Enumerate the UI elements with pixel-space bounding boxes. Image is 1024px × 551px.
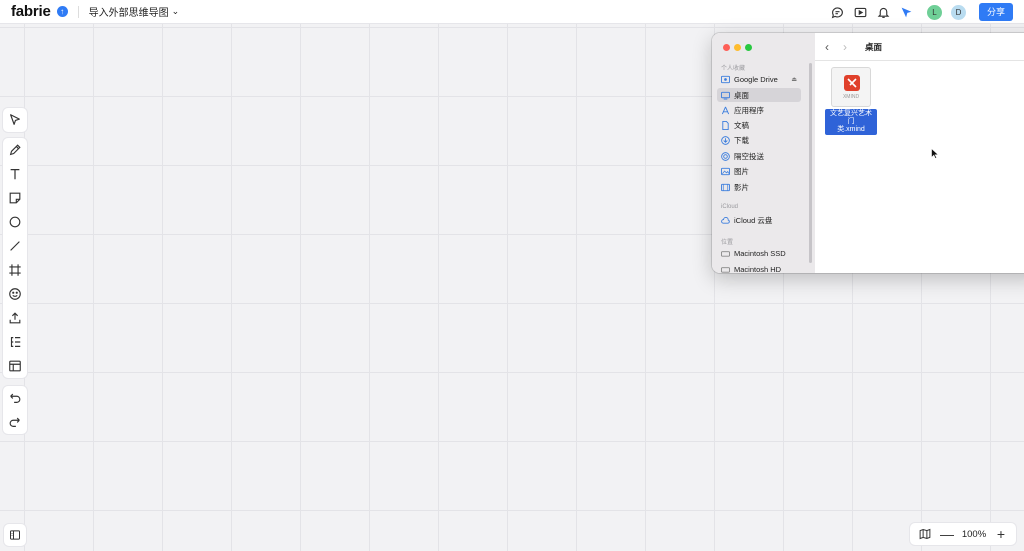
pictures-icon bbox=[721, 167, 730, 176]
sticky-note-icon[interactable] bbox=[3, 186, 27, 210]
upload-icon[interactable] bbox=[3, 306, 27, 330]
sidebar-item-label: iCloud 云盘 bbox=[734, 215, 773, 225]
zoom-out-button[interactable]: — bbox=[936, 523, 958, 545]
sidebar-item-label: 影片 bbox=[734, 182, 749, 192]
applications-icon bbox=[721, 106, 730, 115]
redo-icon[interactable] bbox=[3, 410, 27, 434]
file-xmind[interactable]: XMIND 文艺复兴艺术门 类.xmind bbox=[825, 67, 877, 136]
bell-icon[interactable] bbox=[873, 3, 895, 21]
file-name-line-1: 文艺复兴艺术门 bbox=[830, 110, 872, 125]
disk-icon bbox=[721, 265, 730, 274]
folder-title: 桌面 bbox=[865, 41, 883, 52]
frame-tool-icon[interactable] bbox=[3, 258, 27, 282]
minimap-icon[interactable] bbox=[914, 523, 936, 545]
sidebar-item-applications[interactable]: 应用程序 bbox=[717, 103, 801, 117]
sidebar-item-documents[interactable]: 文稿 bbox=[717, 118, 801, 132]
sidebar-item-label: Macintosh HD bbox=[734, 264, 782, 274]
sidebar-item-label: 下载 bbox=[734, 135, 749, 145]
xmind-logo-text: XMIND bbox=[842, 94, 860, 100]
finder-content: ‹ › 桌面 XMIND 文艺复兴艺术门 类.xmind bbox=[815, 33, 1024, 273]
sidebar-item-downloads[interactable]: 下载 bbox=[717, 133, 801, 147]
zoom-window-icon[interactable] bbox=[745, 44, 752, 51]
sidebar-item-movies[interactable]: 影片 bbox=[717, 180, 801, 194]
header-actions: L D 分享 bbox=[826, 3, 1013, 21]
zoom-bar: — 100% + bbox=[910, 523, 1016, 545]
follow-cursor-icon[interactable] bbox=[896, 3, 918, 21]
sidebar-item-google-drive[interactable]: Google Drive ⏏ bbox=[717, 72, 801, 86]
line-tool-icon[interactable] bbox=[3, 234, 27, 258]
select-toolgroup bbox=[3, 108, 27, 132]
top-bar: fabrie ↑ 导入外部思维导图 ⌄ L D 分享 bbox=[0, 0, 1024, 24]
sidebar-item-label: 应用程序 bbox=[734, 105, 764, 115]
zoom-in-button[interactable]: + bbox=[990, 523, 1012, 545]
window-controls bbox=[723, 44, 756, 51]
finder-toolbar: ‹ › 桌面 bbox=[815, 33, 1024, 61]
mouse-cursor-icon bbox=[931, 148, 939, 159]
sidebar-item-desktop[interactable]: 桌面 bbox=[717, 88, 801, 102]
share-button[interactable]: 分享 bbox=[978, 3, 1013, 21]
back-icon[interactable]: ‹ bbox=[825, 40, 843, 54]
sidebar-item-label: Google Drive bbox=[734, 74, 778, 84]
sidebar-item-label: 文稿 bbox=[734, 120, 749, 130]
app-logo[interactable]: fabrie bbox=[11, 3, 51, 20]
file-name-label: 文艺复兴艺术门 类.xmind bbox=[825, 109, 877, 135]
drive-icon bbox=[721, 75, 730, 84]
undo-icon[interactable] bbox=[3, 386, 27, 410]
sidebar-item-label: Macintosh SSD bbox=[734, 248, 786, 258]
zoom-level[interactable]: 100% bbox=[958, 529, 990, 540]
document-title-text: 导入外部思维导图 bbox=[88, 8, 169, 19]
eject-icon[interactable]: ⏏ bbox=[791, 76, 797, 83]
minimize-window-icon[interactable] bbox=[734, 44, 741, 51]
select-tool-icon[interactable] bbox=[3, 108, 27, 132]
avatar[interactable]: D bbox=[950, 4, 966, 20]
sidebar-item-label: 图片 bbox=[734, 166, 749, 176]
sidebar-item-macintosh-ssd[interactable]: Macintosh SSD bbox=[717, 246, 801, 260]
avatar[interactable]: L bbox=[926, 4, 942, 20]
sidebar-scrollbar[interactable] bbox=[809, 63, 812, 263]
sidebar-item-airdrop[interactable]: 隔空投送 bbox=[717, 149, 801, 163]
xmind-logo-icon bbox=[844, 75, 860, 91]
text-tool-icon[interactable] bbox=[3, 162, 27, 186]
sidebar-item-label: 桌面 bbox=[734, 90, 749, 100]
finder-window: 个人收藏 Google Drive ⏏ 桌面 应用程序 文稿 下载 隔空投送 图… bbox=[712, 33, 1024, 273]
cloud-icon bbox=[721, 216, 730, 225]
sidebar-item-label: 隔空投送 bbox=[734, 151, 764, 161]
download-icon bbox=[721, 135, 730, 145]
mindmap-icon[interactable] bbox=[3, 330, 27, 354]
favorites-heading: 个人收藏 bbox=[721, 66, 746, 72]
document-title[interactable]: 导入外部思维导图 ⌄ bbox=[89, 4, 180, 19]
close-window-icon[interactable] bbox=[723, 44, 730, 51]
main-toolbar bbox=[3, 138, 27, 378]
finder-sidebar: 个人收藏 Google Drive ⏏ 桌面 应用程序 文稿 下载 隔空投送 图… bbox=[712, 33, 815, 273]
sidebar-item-macintosh-hd[interactable]: Macintosh HD bbox=[717, 262, 801, 273]
shape-tool-icon[interactable] bbox=[3, 210, 27, 234]
history-toolgroup bbox=[3, 386, 27, 434]
header-divider bbox=[77, 5, 79, 18]
disk-icon bbox=[721, 249, 730, 258]
comment-icon[interactable] bbox=[827, 3, 849, 21]
xmind-file-icon: XMIND bbox=[831, 67, 871, 107]
sidebar-item-icloud-drive[interactable]: iCloud 云盘 bbox=[717, 213, 801, 227]
forward-icon[interactable]: › bbox=[843, 40, 861, 54]
document-icon bbox=[721, 120, 730, 130]
movies-icon bbox=[721, 183, 730, 192]
pen-tool-icon[interactable] bbox=[3, 138, 27, 162]
chevron-down-icon: ⌄ bbox=[171, 6, 180, 16]
locations-heading: 位置 bbox=[721, 240, 734, 246]
file-name-line-2: 类.xmind bbox=[837, 126, 865, 133]
upgrade-badge-icon[interactable]: ↑ bbox=[56, 6, 68, 17]
airdrop-icon bbox=[721, 151, 730, 161]
panel-toggle-icon[interactable] bbox=[4, 524, 26, 546]
sidebar-item-pictures[interactable]: 图片 bbox=[717, 164, 801, 178]
desktop-icon bbox=[721, 91, 730, 100]
template-icon[interactable] bbox=[3, 354, 27, 378]
icloud-heading: iCloud bbox=[721, 204, 739, 210]
present-icon[interactable] bbox=[850, 3, 872, 21]
emoji-icon[interactable] bbox=[3, 282, 27, 306]
